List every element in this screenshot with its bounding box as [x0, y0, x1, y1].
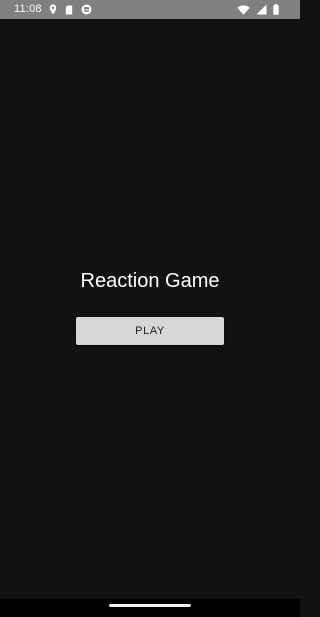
home-gesture-handle[interactable]: [109, 604, 191, 607]
battery-icon: [273, 4, 279, 15]
status-left-icons: [49, 3, 92, 16]
play-button[interactable]: PLAY: [76, 317, 224, 345]
signal-icon: [256, 4, 267, 15]
location-pin-icon: [49, 4, 57, 15]
status-bar: 11:08: [0, 0, 300, 19]
status-right-icons: [237, 3, 279, 16]
wifi-icon: [237, 4, 250, 15]
sd-card-icon: [65, 5, 73, 14]
app-notification-icon: [81, 4, 92, 15]
navigation-bar: [0, 599, 300, 617]
page-title: Reaction Game: [80, 270, 220, 292]
app-content: Reaction Game PLAY: [0, 19, 300, 599]
status-time: 11:08: [14, 3, 42, 15]
